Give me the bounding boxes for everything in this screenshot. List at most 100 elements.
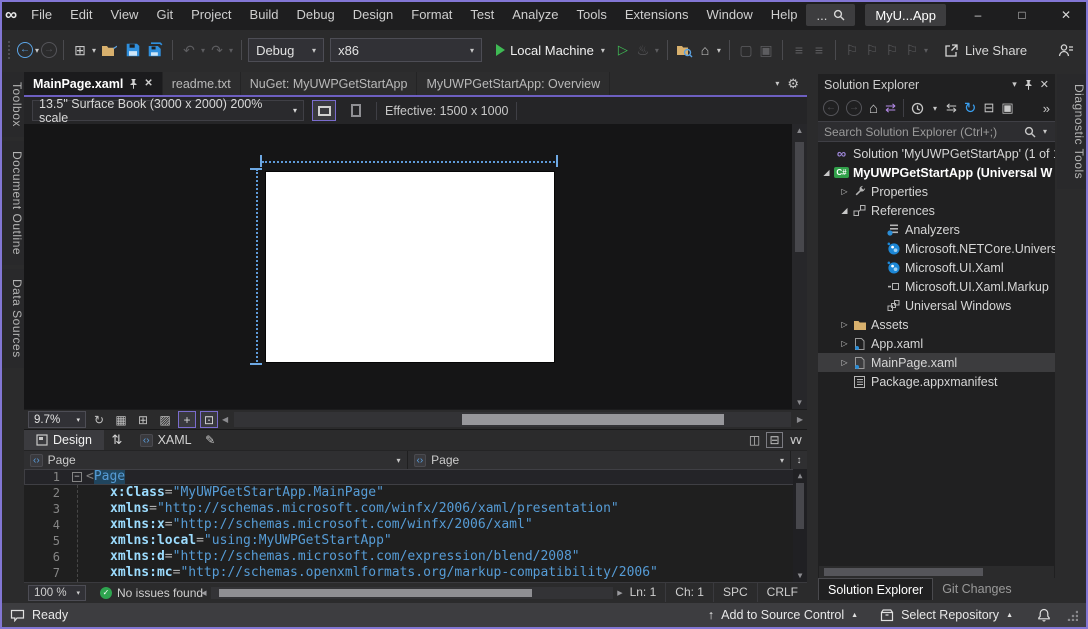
sync-with-active-document-icon[interactable]: ⇄ <box>885 100 896 116</box>
menu-edit[interactable]: Edit <box>61 0 101 30</box>
startup-page-dropdown-icon[interactable]: ▾ <box>715 46 723 55</box>
send-feedback-icon[interactable] <box>1058 43 1074 58</box>
solution-explorer-horizontal-scrollbar[interactable] <box>819 566 1054 578</box>
tab-nuget[interactable]: NuGet: MyUWPGetStartApp <box>241 72 418 95</box>
code-line[interactable]: 7 xmlns:mc="http://schemas.openxmlformat… <box>24 565 807 581</box>
tree-row-assets[interactable]: ▷ Assets <box>818 315 1055 334</box>
tree-row-app-xaml[interactable]: ▷ App.xaml <box>818 334 1055 353</box>
breadcrumb-right[interactable]: ‹› Page ▾ <box>408 451 792 469</box>
notifications-bell-icon[interactable] <box>1037 608 1051 622</box>
solution-explorer-search[interactable]: Search Solution Explorer (Ctrl+;) ▾ <box>818 121 1055 142</box>
collapse-region-icon[interactable]: − <box>72 472 82 482</box>
message-bubble-icon[interactable] <box>10 609 25 622</box>
scroll-right-icon[interactable]: ▶ <box>797 415 803 424</box>
menu-view[interactable]: View <box>102 0 148 30</box>
scroll-down-icon[interactable]: ▼ <box>798 571 803 580</box>
tree-row-package-manifest[interactable]: Package.appxmanifest <box>818 372 1055 391</box>
menu-help[interactable]: Help <box>762 0 807 30</box>
window-position-dropdown-icon[interactable]: ▾ <box>1012 79 1017 90</box>
menu-build[interactable]: Build <box>241 0 288 30</box>
spaces-indicator[interactable]: SPC <box>713 583 757 602</box>
menu-git[interactable]: Git <box>147 0 182 30</box>
redo-button[interactable]: ↷ <box>207 38 227 62</box>
tree-row-xaml-markup-assembly[interactable]: Microsoft.UI.Xaml.Markup <box>818 277 1055 296</box>
code-line[interactable]: 4 xmlns:x="http://schemas.microsoft.com/… <box>24 517 807 533</box>
close-button[interactable]: ✕ <box>1044 0 1088 30</box>
scrollbar-thumb[interactable] <box>824 568 984 576</box>
add-to-source-control-button[interactable]: Add to Source Control <box>721 608 844 622</box>
popout-xaml-editor-icon[interactable]: ✎ <box>202 432 219 448</box>
solution-platform-dropdown[interactable]: x86▾ <box>330 38 482 62</box>
show-all-files-icon[interactable]: ▣ <box>1001 100 1013 116</box>
switch-views-icon[interactable]: ⇆ <box>946 100 957 116</box>
line-ending-indicator[interactable]: CRLF <box>757 583 807 602</box>
bookmarks-dropdown-icon[interactable]: ▾ <box>922 46 930 55</box>
menu-window[interactable]: Window <box>697 0 761 30</box>
xaml-editor[interactable]: 1 − <Page 2 x:Class="MyUWPGetStartApp.Ma… <box>24 469 807 582</box>
portrait-orientation-button[interactable] <box>344 100 368 121</box>
show-grid-icon[interactable]: ▦ <box>112 411 130 428</box>
menu-test[interactable]: Test <box>461 0 503 30</box>
collapse-all-icon[interactable]: ⊟ <box>983 100 994 116</box>
tree-row-mainpage-xaml[interactable]: ▷ MainPage.xaml <box>818 353 1055 372</box>
menu-analyze[interactable]: Analyze <box>503 0 567 30</box>
pin-icon[interactable] <box>1024 79 1033 90</box>
code-line[interactable]: 6 xmlns:d="http://schemas.microsoft.com/… <box>24 549 807 565</box>
start-without-debugging-button[interactable]: ▷ <box>613 38 633 62</box>
hot-reload-dropdown-icon[interactable]: ▾ <box>653 46 661 55</box>
expander-icon[interactable]: ▷ <box>838 187 851 196</box>
expander-icon[interactable]: ◢ <box>838 206 851 215</box>
toolbox-tab[interactable]: Toolbox <box>2 72 24 137</box>
code-line[interactable]: 1 − <Page <box>24 469 807 485</box>
startup-page-button[interactable]: ⌂ <box>695 38 715 62</box>
next-bookmark-icon[interactable]: ⚐ <box>882 38 902 62</box>
editor-zoom-dropdown[interactable]: 100 % ▾ <box>28 585 86 601</box>
vertical-split-icon[interactable]: ◫ <box>746 432 763 448</box>
tab-list-dropdown-icon[interactable]: ▾ <box>775 79 779 88</box>
save-all-icon[interactable] <box>147 42 163 58</box>
tree-row-netcore-package[interactable]: Microsoft.NETCore.UniversalW <box>818 239 1055 258</box>
close-tab-icon[interactable]: ✕ <box>144 78 152 89</box>
new-project-button[interactable]: ⊞ <box>70 38 90 62</box>
save-icon[interactable] <box>125 42 141 58</box>
maximize-button[interactable]: □ <box>1000 0 1044 30</box>
close-panel-icon[interactable]: ✕ <box>1040 78 1049 91</box>
undo-button[interactable]: ↶ <box>179 38 199 62</box>
quick-search-box[interactable]: ... <box>806 4 855 26</box>
source-control-menu-icon[interactable]: ▲ <box>851 612 858 619</box>
toggle-artboard-background-icon[interactable]: ▨ <box>156 411 174 428</box>
breadcrumb-left[interactable]: ‹› Page ▾ <box>24 451 408 469</box>
zoom-level-dropdown[interactable]: 9.7% ▾ <box>28 411 86 428</box>
design-view-tab[interactable]: Design <box>24 430 104 450</box>
search-options-dropdown-icon[interactable]: ▾ <box>1041 127 1049 136</box>
open-folder-icon[interactable] <box>101 43 119 58</box>
diagnostic-tools-tab[interactable]: Diagnostic Tools <box>1057 74 1086 189</box>
issues-status-label[interactable]: No issues found <box>117 586 203 600</box>
scroll-left-icon[interactable]: ◀ <box>222 415 228 424</box>
home-icon[interactable]: ⌂ <box>869 100 878 117</box>
pin-icon[interactable] <box>129 78 138 89</box>
solution-explorer-bottom-tab[interactable]: Solution Explorer <box>818 578 933 600</box>
menu-tools[interactable]: Tools <box>568 0 616 30</box>
previous-bookmark-icon[interactable]: ⚐ <box>862 38 882 62</box>
refresh-icon[interactable]: ↻ <box>964 99 977 117</box>
toggle-bookmark-icon[interactable]: ⚐ <box>842 38 862 62</box>
device-preview-dropdown[interactable]: 13.5" Surface Book (3000 x 2000) 200% sc… <box>32 100 304 121</box>
refresh-designer-icon[interactable]: ↻ <box>90 411 108 428</box>
tree-row-references[interactable]: ◢ References <box>818 201 1055 220</box>
minimize-button[interactable]: – <box>956 0 1000 30</box>
health-indicator-icon[interactable]: ✓ <box>100 587 112 599</box>
designer-options-gear-icon[interactable]: ⚙ <box>787 76 799 92</box>
code-line[interactable]: 3 xmlns="http://schemas.microsoft.com/wi… <box>24 501 807 517</box>
scrollbar-thumb[interactable] <box>796 483 804 529</box>
page-artboard[interactable] <box>265 171 555 363</box>
snap-grid-icon[interactable]: ⊞ <box>134 411 152 428</box>
landscape-orientation-button[interactable] <box>312 100 336 121</box>
tab-overview[interactable]: MyUWPGetStartApp: Overview <box>417 72 610 95</box>
expander-icon[interactable]: ▷ <box>838 339 851 348</box>
navigate-forward-button[interactable]: → <box>41 42 57 58</box>
swap-panes-button[interactable]: ⇅ <box>104 432 130 448</box>
find-in-files-icon[interactable] <box>676 43 693 58</box>
start-debugging-button[interactable]: Local Machine ▾ <box>490 38 613 62</box>
scrollbar-thumb[interactable] <box>219 589 532 597</box>
